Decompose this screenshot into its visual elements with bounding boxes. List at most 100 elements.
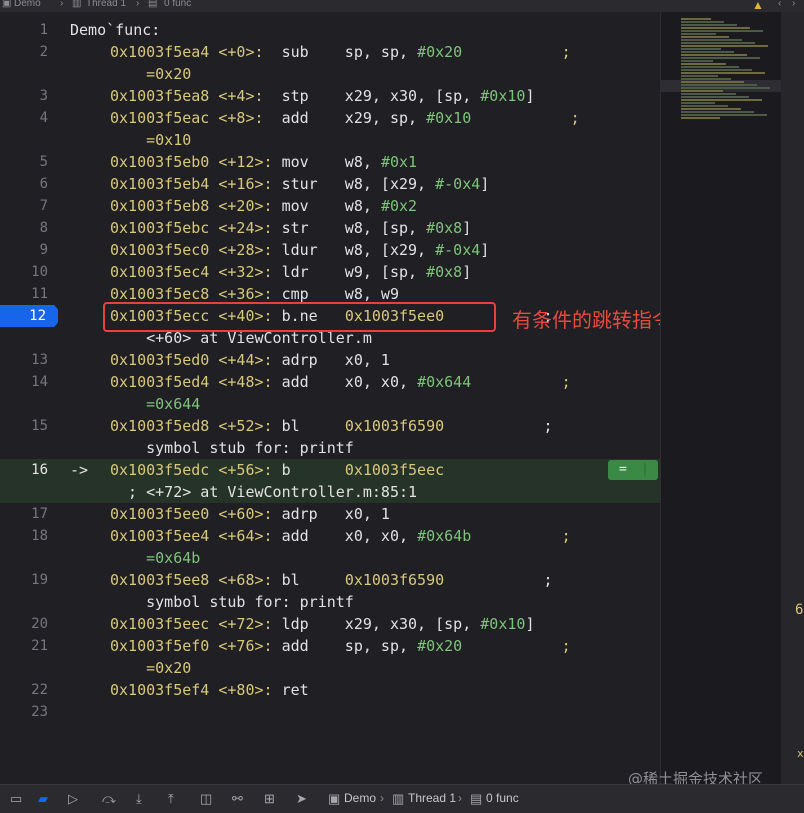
code-line[interactable]: 21 0x1003f5ef0 <+76>: add sp, sp, #0x20 ; xyxy=(0,635,660,657)
pc-arrow-icon: -> xyxy=(70,461,89,479)
line-number[interactable]: 11 xyxy=(0,283,48,305)
jump-thread[interactable]: Thread 1 xyxy=(86,0,126,9)
minimap[interactable] xyxy=(660,12,781,784)
line-number[interactable]: 19 xyxy=(0,569,48,591)
bottom-thread[interactable]: Thread 1 xyxy=(408,791,456,805)
code-line[interactable]: 16 -> 0x1003f5edc <+56>: b 0x1003f5eec xyxy=(0,459,660,481)
code-text: 0x1003f5ea8 <+4>: stp x29, x30, [sp, #0x… xyxy=(110,85,534,107)
line-number[interactable]: 15 xyxy=(0,415,48,437)
line-number[interactable]: 21 xyxy=(0,635,48,657)
continue-icon[interactable]: ▷ xyxy=(68,791,78,807)
line-number[interactable]: 13 xyxy=(0,349,48,371)
code-line[interactable]: 9 0x1003f5ec0 <+28>: ldur w8, [x29, #-0x4… xyxy=(0,239,660,261)
disassembly-editor[interactable]: 1 Demo`func: 2 0x1003f5ea4 <+0>: sub sp, sp… xyxy=(0,12,660,784)
code-text: 0x1003f5ee0 <+60>: adrp x0, 1 xyxy=(110,503,390,525)
memory-graph-icon[interactable]: ⚯ xyxy=(232,791,243,807)
code-token: adrp x0, 1 xyxy=(281,505,390,523)
line-number[interactable]: 22 xyxy=(0,679,48,701)
code-token: ; xyxy=(561,637,571,655)
code-line[interactable]: 20 0x1003f5eec <+72>: ldp x29, x30, [sp, … xyxy=(0,613,660,635)
code-text: 0x1003f5ee4 <+64>: add x0, x0, #0x64b ; xyxy=(110,525,571,547)
code-line[interactable]: =0x20 xyxy=(0,63,660,85)
minimap-line xyxy=(681,117,720,119)
line-number[interactable]: 10 xyxy=(0,261,48,283)
step-over-icon[interactable]: ⤼ xyxy=(102,791,116,807)
line-number[interactable]: 18 xyxy=(0,525,48,547)
code-token: ; <+72> at ViewController.m:85:1 xyxy=(110,483,418,501)
code-line[interactable]: 10 0x1003f5ec4 <+32>: ldr w9, [sp, #0x8] xyxy=(0,261,660,283)
line-number[interactable]: 1 xyxy=(0,19,48,41)
line-number[interactable]: 7 xyxy=(0,195,48,217)
code-line[interactable]: 8 0x1003f5ebc <+24>: str w8, [sp, #0x8] xyxy=(0,217,660,239)
breakpoint-icon[interactable]: ▰ xyxy=(38,791,48,807)
code-token: =0x20 xyxy=(146,65,192,83)
bottom-project[interactable]: Demo xyxy=(344,791,376,805)
code-line[interactable]: 14 0x1003f5ed4 <+48>: add x0, x0, #0x644 … xyxy=(0,371,660,393)
minimap-line xyxy=(681,36,729,38)
code-token: stp x29, x30, [sp, xyxy=(281,87,481,105)
code-line[interactable]: 4 0x1003f5eac <+8>: add x29, sp, #0x10 ; xyxy=(0,107,660,129)
code-line[interactable]: =0x644 xyxy=(0,393,660,415)
chevron-right-icon[interactable]: › xyxy=(792,0,795,9)
code-line[interactable]: 23 xyxy=(0,701,660,723)
location-icon[interactable]: ➤ xyxy=(296,791,307,807)
environment-icon[interactable]: ⊞ xyxy=(264,791,275,807)
line-number[interactable]: 9 xyxy=(0,239,48,261)
code-token: 0x1003f5ec0 <+28>: xyxy=(110,241,282,259)
code-text: ; <+72> at ViewController.m:85:1 xyxy=(110,481,417,503)
code-line[interactable]: symbol stub for: printf xyxy=(0,437,660,459)
code-line[interactable]: ; <+72> at ViewController.m:85:1 xyxy=(0,481,660,503)
side-gutter: 6 x xyxy=(781,12,804,784)
code-line[interactable]: 18 0x1003f5ee4 <+64>: add x0, x0, #0x64b … xyxy=(0,525,660,547)
code-line[interactable]: =0x64b xyxy=(0,547,660,569)
line-number[interactable]: 16 xyxy=(0,459,48,481)
code-line[interactable]: 3 0x1003f5ea8 <+4>: stp x29, x30, [sp, #0… xyxy=(0,85,660,107)
sidebar-icon[interactable]: ▭ xyxy=(10,791,22,807)
code-token: #0x644 xyxy=(417,373,472,391)
line-number[interactable]: 2 xyxy=(0,41,48,63)
line-number[interactable]: 20 xyxy=(0,613,48,635)
jump-project[interactable]: Demo xyxy=(14,0,41,9)
code-line[interactable]: 5 0x1003f5eb0 <+12>: mov w8, #0x1 xyxy=(0,151,660,173)
line-number[interactable]: 14 xyxy=(0,371,48,393)
minimap-line xyxy=(681,24,737,26)
step-into-icon[interactable]: ⤓ xyxy=(136,791,142,807)
code-line[interactable]: 15 0x1003f5ed8 <+52>: bl 0x1003f6590 ; xyxy=(0,415,660,437)
minimap-line xyxy=(681,30,763,32)
code-token: stur w8, [x29, xyxy=(281,175,436,193)
code-line[interactable]: 7 0x1003f5eb8 <+20>: mov w8, #0x2 xyxy=(0,195,660,217)
code-line[interactable]: =0x20 xyxy=(0,657,660,679)
code-line[interactable]: 2 0x1003f5ea4 <+0>: sub sp, sp, #0x20 ; xyxy=(0,41,660,63)
line-number[interactable]: 23 xyxy=(0,701,48,723)
code-text: 0x1003f5eb0 <+12>: mov w8, #0x1 xyxy=(110,151,417,173)
line-number[interactable]: 4 xyxy=(0,107,48,129)
warning-icon[interactable]: ▲ xyxy=(752,0,764,12)
line-number[interactable]: 3 xyxy=(0,85,48,107)
step-out-icon[interactable]: ⤒ xyxy=(168,791,174,807)
code-text: 0x1003f5ed8 <+52>: bl 0x1003f6590 ; xyxy=(110,415,553,437)
line-number[interactable]: 17 xyxy=(0,503,48,525)
breakpoint-badge[interactable]: 12 xyxy=(0,305,58,327)
code-token: 0x1003f5edc <+56>: xyxy=(110,461,282,479)
line-number[interactable]: 8 xyxy=(0,217,48,239)
jump-frame[interactable]: 0 func xyxy=(164,0,191,9)
line-number[interactable]: 5 xyxy=(0,151,48,173)
code-line[interactable]: =0x10 xyxy=(0,129,660,151)
line-number: 12 xyxy=(29,308,46,324)
line-number[interactable]: 6 xyxy=(0,173,48,195)
code-line[interactable]: 17 0x1003f5ee0 <+60>: adrp x0, 1 xyxy=(0,503,660,525)
chevron-left-icon[interactable]: ‹ xyxy=(778,0,781,9)
code-line[interactable]: 13 0x1003f5ed0 <+44>: adrp x0, 1 xyxy=(0,349,660,371)
code-line[interactable]: 19 0x1003f5ee8 <+68>: bl 0x1003f6590 ; xyxy=(0,569,660,591)
bottom-frame[interactable]: 0 func xyxy=(486,791,519,805)
code-line[interactable]: 1 Demo`func: xyxy=(0,19,660,41)
code-line[interactable]: 6 0x1003f5eb4 <+16>: stur w8, [x29, #-0x4… xyxy=(0,173,660,195)
code-token: 0x1003f5eec xyxy=(344,461,445,479)
view-hierarchy-icon[interactable]: ◫ xyxy=(200,791,212,807)
code-text: 0x1003f5eb8 <+20>: mov w8, #0x2 xyxy=(110,195,417,217)
minimap-line xyxy=(681,81,744,83)
current-line-button[interactable]: = | xyxy=(608,460,658,480)
code-line[interactable]: symbol stub for: printf xyxy=(0,591,660,613)
code-line[interactable]: 22 0x1003f5ef4 <+80>: ret xyxy=(0,679,660,701)
